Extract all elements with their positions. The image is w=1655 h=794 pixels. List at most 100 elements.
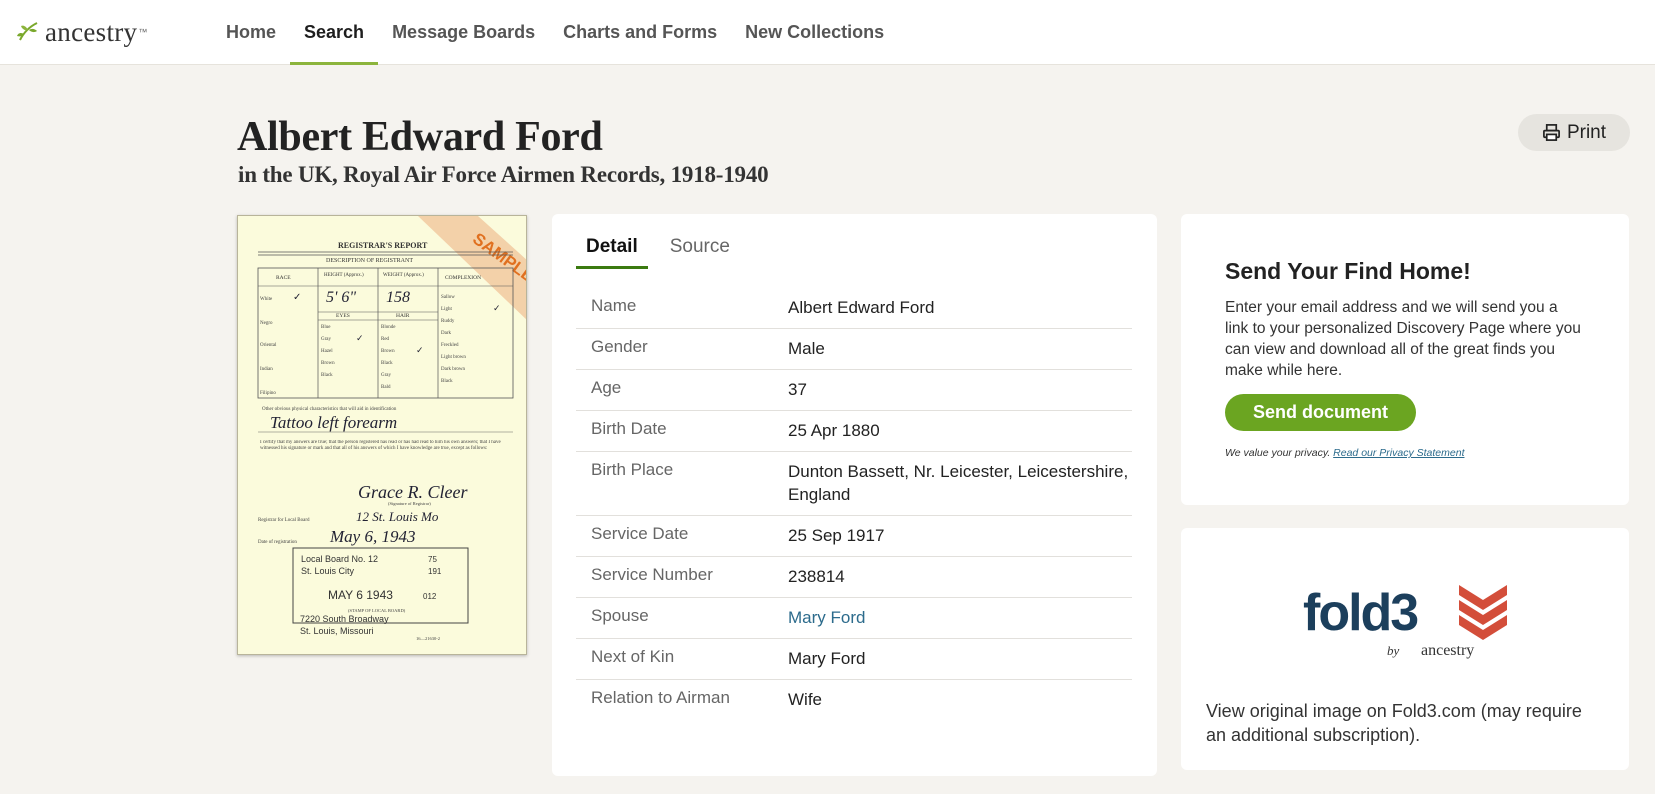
col-weight: WEIGHT (Approx.) [383,273,424,278]
table-row: Gender Male [576,329,1132,370]
eyes-black: Black [321,373,333,378]
stamp-code: 191 [428,567,442,576]
table-row: Birth Date 25 Apr 1880 [576,411,1132,452]
col-height: HEIGHT (Approx.) [324,273,364,278]
spouse-link[interactable]: Mary Ford [788,606,1132,629]
fold3-wordmark: fold3 [1303,584,1418,642]
fold3-card[interactable]: fold3 by ancestry View original image on… [1181,528,1629,770]
stamp-extra: 012 [423,592,437,601]
row-label-relation-to-airman: Relation to Airman [591,688,730,707]
detail-rows: Name Albert Edward Ford Gender Male Age … [576,288,1132,720]
stamp-date: MAY 6 1943 [328,588,393,602]
printer-icon [1542,124,1560,141]
nav-new-collections[interactable]: New Collections [731,0,898,65]
row-value-service-number: 238814 [788,567,845,586]
print-label: Print [1566,121,1607,143]
certify-text: I certify that my answers are true; that… [260,440,501,451]
main-nav: Home Search Message Boards Charts and Fo… [212,0,898,65]
fold3-description: View original image on Fold3.com (may re… [1206,701,1582,745]
address-line-2: St. Louis, Missouri [300,626,374,636]
nav-message-boards[interactable]: Message Boards [378,0,549,65]
row-value-age: 37 [788,380,807,399]
send-document-button[interactable]: Send document [1225,394,1416,431]
row-label-next-of-kin: Next of Kin [591,647,675,666]
row-label-birth-place: Birth Place [591,460,674,479]
row-label-birth-date: Birth Date [591,419,667,438]
row-value-relation-to-airman: Wife [788,690,822,709]
form-number: 16—21630-2 [416,636,440,641]
row-value-birth-place: Dunton Bassett, Nr. Leicester, Leicester… [788,462,1129,504]
row-label-service-date: Service Date [591,524,689,543]
nav-charts-and-forms[interactable]: Charts and Forms [549,0,731,65]
tab-detail[interactable]: Detail [576,236,648,269]
privacy-statement-link[interactable]: Read our Privacy Statement [1333,447,1464,459]
col-complexion: COMPLEXION [445,275,481,281]
row-value-birth-date: 25 Apr 1880 [788,421,880,440]
svg-text:✓: ✓ [356,333,364,343]
complexion-freckled: Freckled [441,343,459,348]
eyes-hazel: Hazel [321,349,333,354]
send-find-home-card: Send Your Find Home! Enter your email ad… [1181,214,1629,505]
hair-blonde: Blonde [381,325,396,330]
registrar-report-image: SAMPLE REGISTRAR'S REPORT DESCRIPTION OF… [238,216,526,654]
eyes-brown: Brown [321,361,335,366]
table-row: Spouse Mary Ford [576,598,1132,639]
hair-black: Black [381,361,393,366]
registrar-signature: Grace R. Cleer [358,482,468,502]
complexion-sallow: Sallow [441,295,455,300]
row-label-name: Name [591,296,637,315]
record-collection-subtitle: in the UK, Royal Air Force Airmen Record… [238,162,769,187]
svg-text:✓: ✓ [293,292,301,303]
ancestry-logo[interactable]: ancestry ™ [15,16,147,48]
registrar-value: 12 St. Louis Mo [356,509,439,524]
fold3-chevrons-icon [1459,585,1507,640]
complexion-ruddy: Ruddy [441,319,455,324]
date-value: May 6, 1943 [329,527,415,546]
hair-label: HAIR [396,313,410,319]
table-row: Birth Place Dunton Bassett, Nr. Leiceste… [576,452,1132,516]
marks-value: Tattoo left forearm [270,413,397,432]
print-button[interactable]: Print [1518,114,1630,151]
table-row: Age 37 [576,370,1132,411]
fold3-logo[interactable]: fold3 by ancestry [1301,580,1511,660]
send-home-title: Send Your Find Home! [1225,258,1471,284]
stamp-caption: (STAMP OF LOCAL BOARD) [348,608,406,613]
stamp-number: 75 [428,555,437,564]
privacy-note: We value your privacy. Read our Privacy … [1225,447,1464,459]
top-navigation-bar: ancestry ™ Home Search Message Boards Cha… [0,0,1655,65]
row-value-name: Albert Edward Ford [788,298,935,317]
nav-search[interactable]: Search [290,0,379,65]
table-row: Name Albert Edward Ford [576,288,1132,329]
complexion-light-brown: Light brown [441,355,466,360]
send-home-body: Enter your email address and we will sen… [1225,299,1581,379]
complexion-light: Light [441,307,452,312]
svg-text:✓: ✓ [493,303,501,313]
table-row: Next of Kin Mary Ford [576,639,1132,680]
signature-caption: (Signature of Registrar) [388,501,431,506]
svg-text:✓: ✓ [416,345,424,355]
record-sample-image[interactable]: SAMPLE REGISTRAR'S REPORT DESCRIPTION OF… [237,215,527,655]
col-race: RACE [276,275,291,281]
address-line-1: 7220 South Broadway [300,614,389,624]
race-white: White [260,297,273,302]
eyes-gray: Gray [321,337,331,342]
detail-tabs: Detail Source [576,236,752,269]
nav-home[interactable]: Home [212,0,290,65]
race-negro: Negro [260,321,273,326]
weight-value: 158 [386,289,410,306]
row-value-service-date: 25 Sep 1917 [788,526,885,545]
record-name-title: Albert Edward Ford [237,114,603,160]
date-label: Date of registration [258,540,297,545]
image-heading: REGISTRAR'S REPORT [338,241,428,250]
hair-gray: Gray [381,373,391,378]
hair-brown: Brown [381,349,395,354]
hair-bald: Bald [381,385,391,390]
ancestry-wordmark: ancestry [45,16,138,47]
race-indian: Indian [260,367,273,372]
tab-source[interactable]: Source [660,236,740,269]
row-label-service-number: Service Number [591,565,713,584]
row-label-age: Age [591,378,622,397]
complexion-dark-brown: Dark brown [441,367,466,372]
marks-note: Other obvious physical characteristics t… [262,407,397,412]
table-row: Service Date 25 Sep 1917 [576,516,1132,557]
